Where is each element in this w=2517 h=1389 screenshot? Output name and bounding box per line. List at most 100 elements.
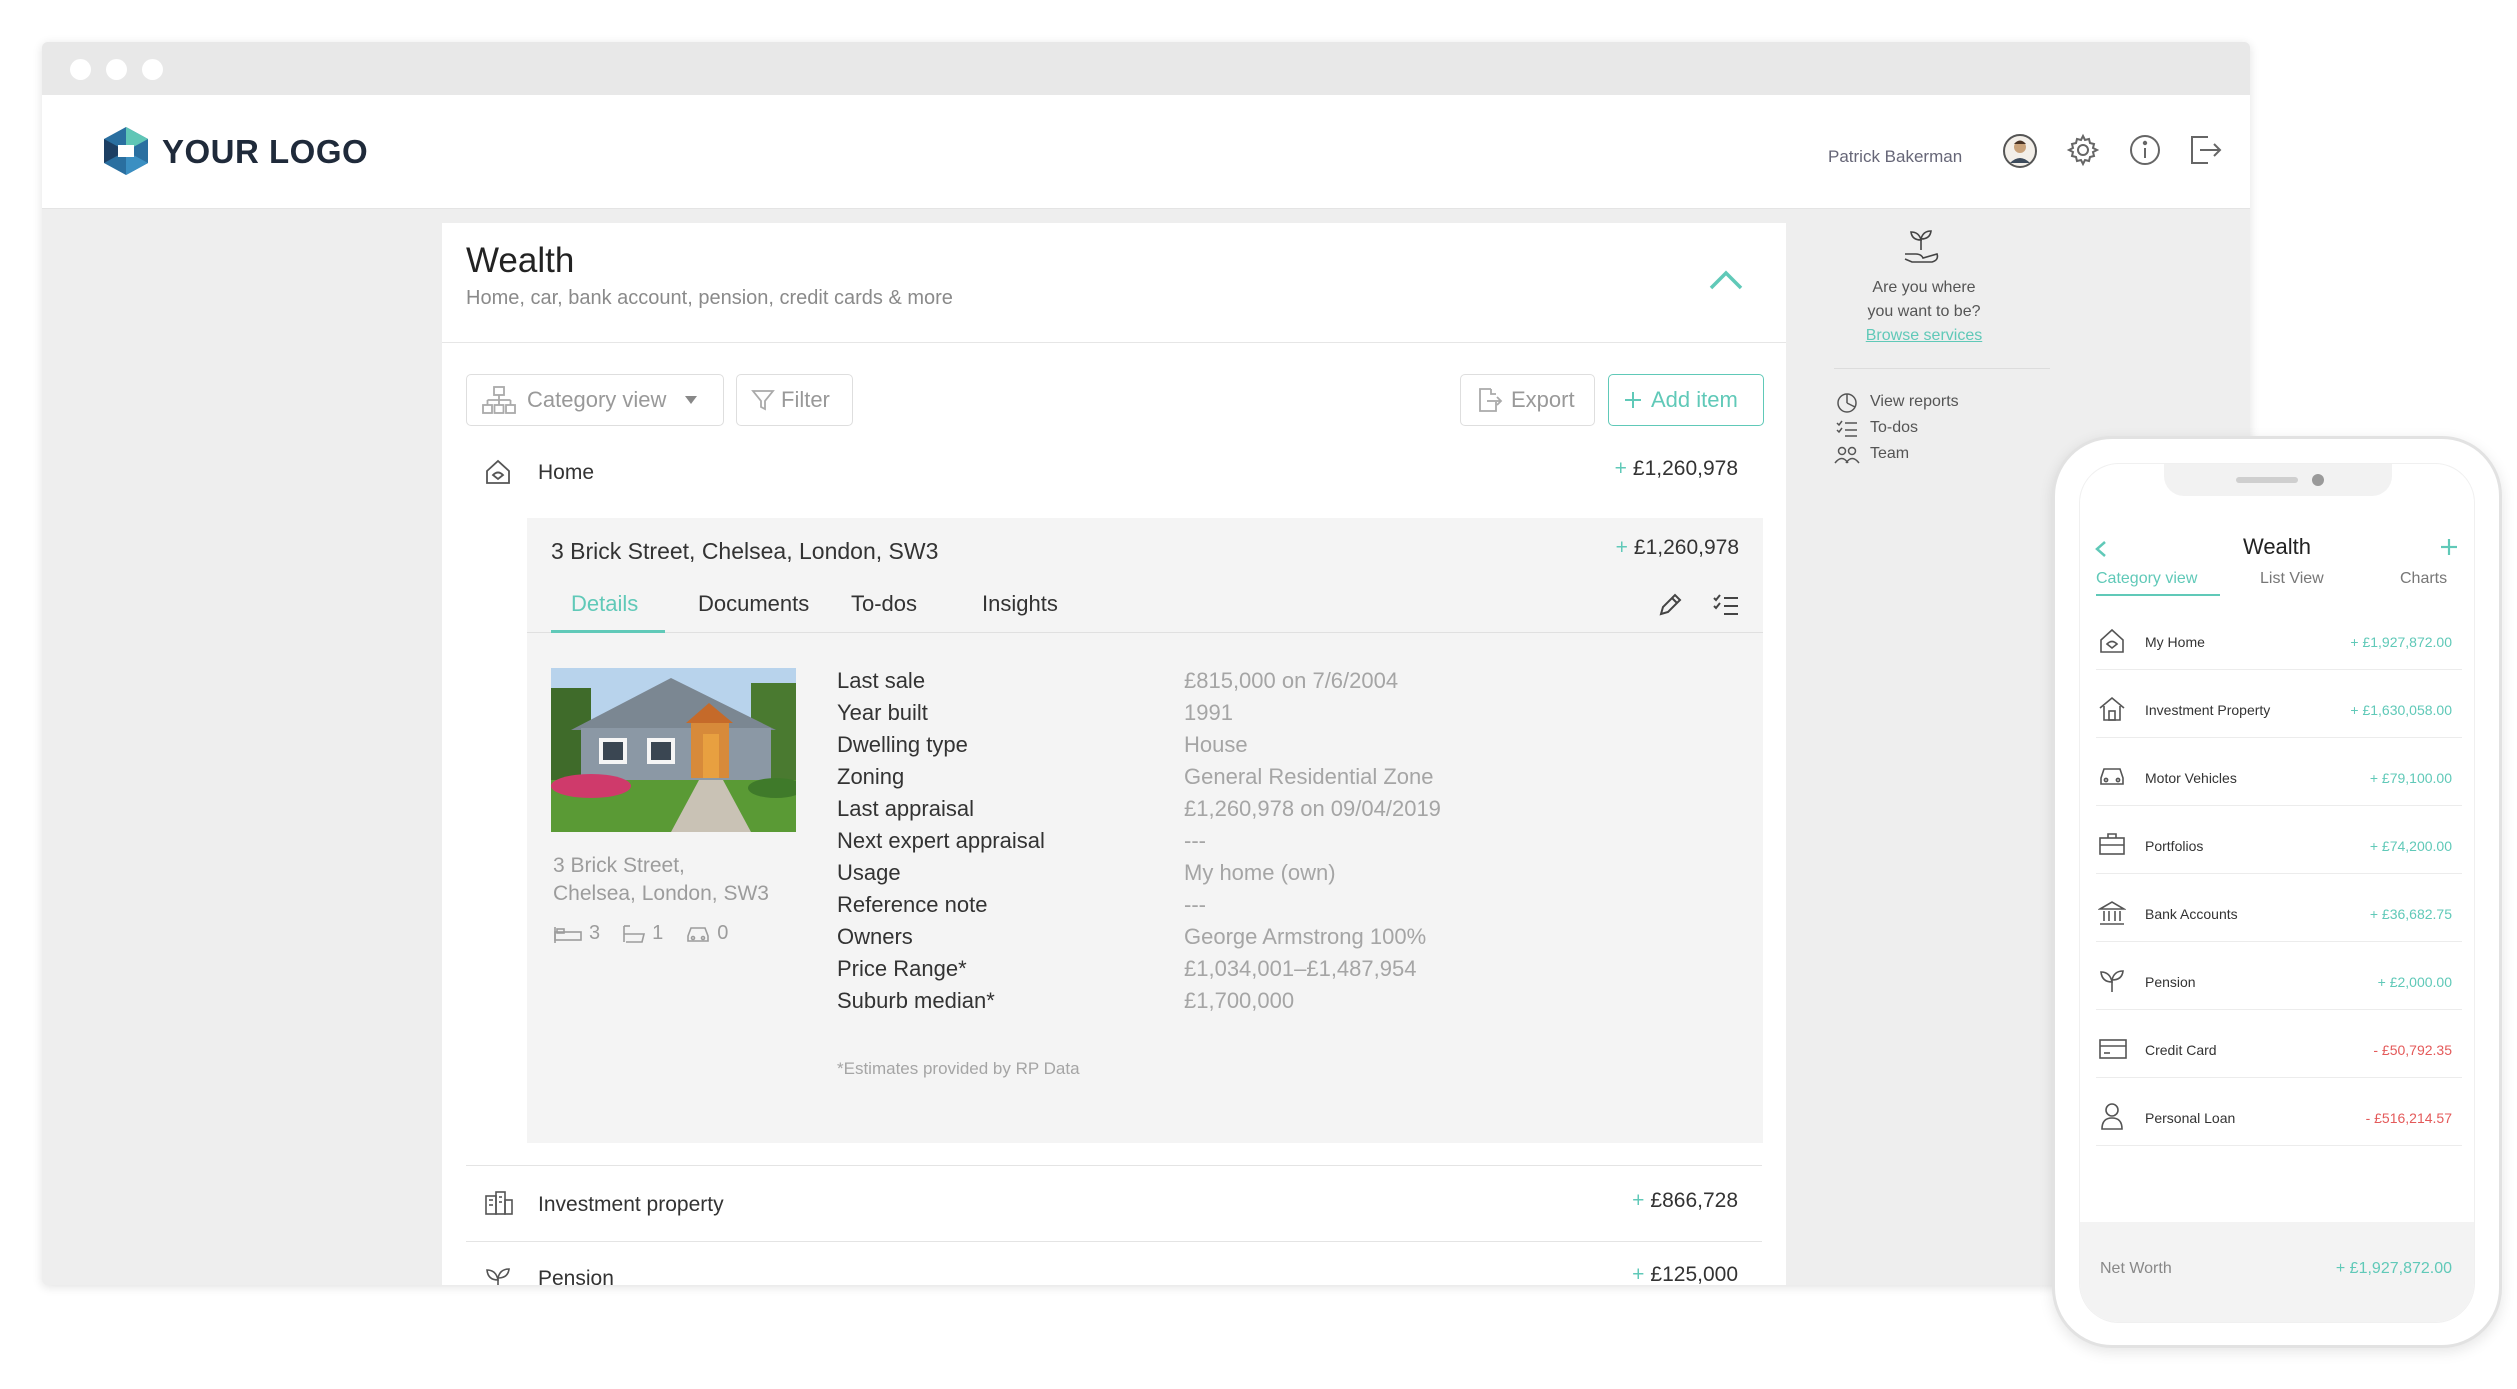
filter-label: Filter <box>781 387 830 412</box>
phone-item-divider <box>2096 873 2462 874</box>
logo-icon[interactable] <box>102 125 150 177</box>
house-icon <box>2098 696 2126 722</box>
phone-item-label[interactable]: Portfolios <box>2145 838 2203 854</box>
tab-to-dos[interactable]: To-dos <box>851 591 917 617</box>
detail-value: £1,700,000 <box>1184 988 1295 1013</box>
net-worth-value: + £1,927,872.00 <box>2335 1260 2452 1277</box>
category-view-dropdown[interactable]: Category view <box>466 374 724 426</box>
detail-value: My home (own) <box>1184 860 1336 885</box>
sidebar-team[interactable]: Team <box>1870 445 1909 463</box>
estimates-footnote: *Estimates provided by RP Data <box>837 1059 1080 1078</box>
baths-count: 1 <box>652 922 664 944</box>
checklist-icon[interactable] <box>1713 594 1739 616</box>
phone-tab-list-view[interactable]: List View <box>2260 570 2324 588</box>
detail-key: Reference note <box>837 892 988 917</box>
gear-icon[interactable] <box>2066 133 2100 167</box>
pension-row-label[interactable]: Pension <box>538 1267 614 1285</box>
detail-key: Owners <box>837 924 913 949</box>
beds-count: 3 <box>589 922 601 944</box>
tab-documents[interactable]: Documents <box>698 591 809 617</box>
phone-item-value: - £516,214.57 <box>2365 1110 2452 1126</box>
plant-icon <box>2098 968 2126 994</box>
property-photo[interactable] <box>551 668 796 832</box>
detail-key: Usage <box>837 860 901 885</box>
phone-item-label[interactable]: Bank Accounts <box>2145 906 2238 922</box>
plus-icon <box>1625 392 1641 408</box>
tab-insights[interactable]: Insights <box>982 591 1058 617</box>
phone-item-divider <box>2096 1009 2462 1010</box>
phone-item-label[interactable]: Pension <box>2145 974 2196 990</box>
page-subtitle: Home, car, bank account, pension, credit… <box>466 287 953 309</box>
phone-item-label[interactable]: Personal Loan <box>2145 1110 2235 1126</box>
export-button[interactable]: Export <box>1460 374 1595 426</box>
avatar[interactable] <box>2002 133 2038 169</box>
investment-property-row-label[interactable]: Investment property <box>538 1193 724 1217</box>
hierarchy-icon <box>482 386 516 414</box>
detail-key: Last appraisal <box>837 796 974 821</box>
phone-item-divider <box>2096 737 2462 738</box>
phone-item-value: + £74,200.00 <box>2369 838 2452 854</box>
home-row-label[interactable]: Home <box>538 461 594 485</box>
browser-window: YOUR LOGO Patrick Bakerman Wealth Home, … <box>42 42 2250 1285</box>
category-view-label: Category view <box>527 387 667 412</box>
plant-icon <box>484 1266 512 1285</box>
home-icon <box>2098 628 2126 654</box>
user-name[interactable]: Patrick Bakerman <box>1828 147 1962 167</box>
property-value: + £1,260,978 <box>1615 536 1739 559</box>
home-row-value: + £1,260,978 <box>1614 457 1738 480</box>
sidebar-to-dos[interactable]: To-dos <box>1870 419 1918 437</box>
detail-key: Next expert appraisal <box>837 828 1045 853</box>
browse-services-link[interactable]: Browse services <box>1862 327 1986 345</box>
phone-item-value: + £1,630,058.00 <box>2350 702 2452 718</box>
header-divider <box>442 342 1786 343</box>
property-features: 3 1 0 <box>553 922 728 945</box>
filter-button[interactable]: Filter <box>736 374 853 426</box>
export-icon <box>1479 388 1503 412</box>
phone-notch <box>2164 464 2392 496</box>
window-dot-minimize[interactable] <box>106 59 127 80</box>
detail-value: House <box>1184 732 1248 757</box>
sidebar-view-reports[interactable]: View reports <box>1870 393 1959 411</box>
phone-item-value: + £79,100.00 <box>2369 770 2452 786</box>
detail-value: 1991 <box>1184 700 1233 725</box>
phone-item-label[interactable]: Investment Property <box>2145 702 2270 718</box>
phone-item-value: - £50,792.35 <box>2373 1042 2452 1058</box>
todo-list-icon <box>1836 419 1858 439</box>
car-icon <box>687 926 710 942</box>
reports-icon <box>1836 392 1858 414</box>
row-divider <box>466 1165 1762 1166</box>
net-worth-label: Net Worth <box>2100 1260 2172 1277</box>
info-icon[interactable] <box>2128 133 2162 167</box>
phone-item-label[interactable]: Credit Card <box>2145 1042 2217 1058</box>
phone-item-label[interactable]: My Home <box>2145 634 2205 650</box>
logo-text[interactable]: YOUR LOGO <box>162 133 368 171</box>
plant-hand-icon <box>1902 230 1940 264</box>
phone-add-icon[interactable] <box>2440 538 2458 556</box>
bath-icon <box>623 924 646 943</box>
investment-property-row-value: + £866,728 <box>1632 1189 1738 1212</box>
logout-icon[interactable] <box>2188 133 2224 167</box>
phone-item-label[interactable]: Motor Vehicles <box>2145 770 2237 786</box>
pension-row-value: + £125,000 <box>1632 1263 1738 1285</box>
app-header: YOUR LOGO Patrick Bakerman <box>42 95 2250 209</box>
caret-down-icon <box>685 396 698 404</box>
collapse-chevron-icon[interactable] <box>1708 269 1744 291</box>
detail-key: Last sale <box>837 668 926 693</box>
export-label: Export <box>1511 387 1575 412</box>
tab-details[interactable]: Details <box>571 591 638 617</box>
cars-count: 0 <box>717 922 729 944</box>
phone-tab-charts[interactable]: Charts <box>2400 570 2447 588</box>
phone-tab-category-view[interactable]: Category view <box>2096 570 2197 588</box>
active-tab-indicator <box>551 630 665 633</box>
add-item-button[interactable]: Add item <box>1608 374 1764 426</box>
edit-pencil-icon[interactable] <box>1657 592 1683 618</box>
photo-caption-line1: 3 Brick Street, <box>553 854 685 877</box>
window-dot-maximize[interactable] <box>142 59 163 80</box>
detail-key: Dwelling type <box>837 732 968 757</box>
window-dot-close[interactable] <box>70 59 91 80</box>
phone-screen: Wealth Category view List View Charts My… <box>2079 463 2475 1323</box>
bank-icon <box>2098 900 2126 926</box>
add-item-label: Add item <box>1651 387 1738 412</box>
briefcase-icon <box>2098 832 2126 856</box>
detail-key: Price Range* <box>837 956 967 981</box>
